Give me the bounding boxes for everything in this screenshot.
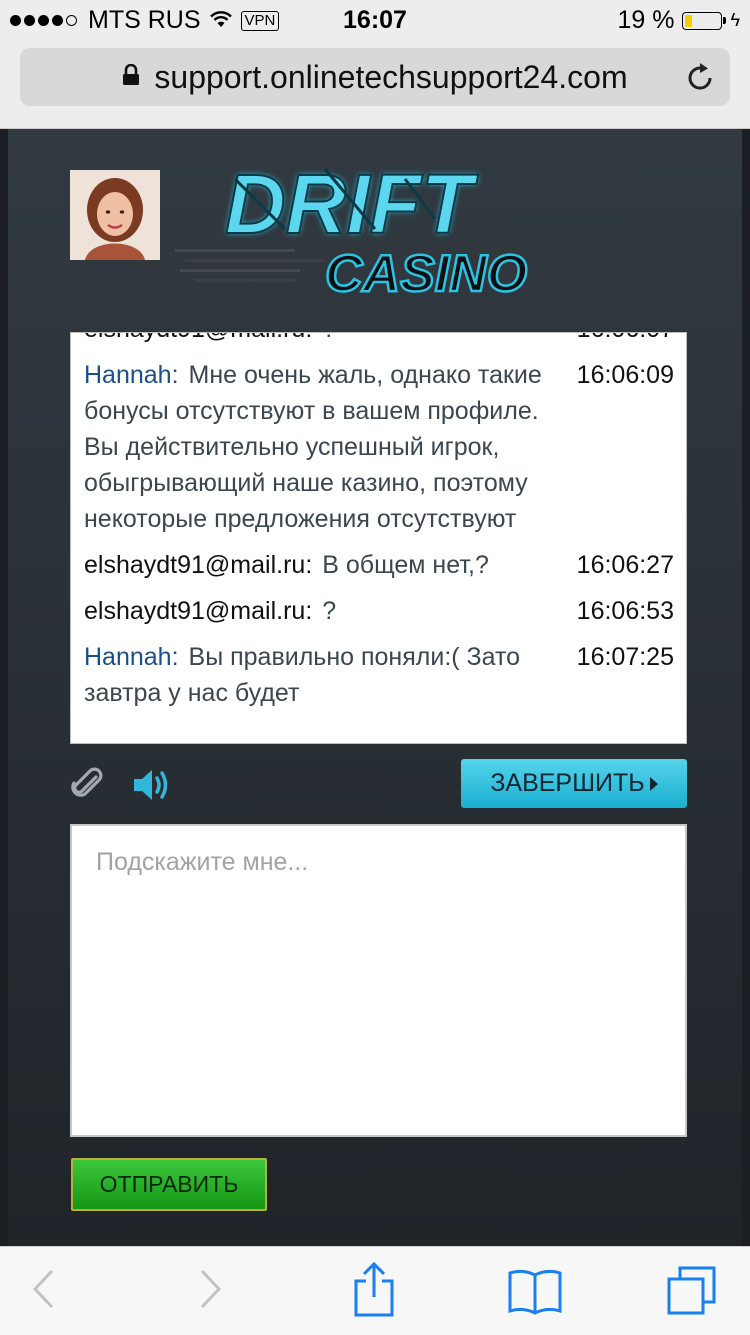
message-body: elshaydt91@mail.ru:?	[84, 593, 554, 629]
message-author: Hannah:	[84, 643, 179, 671]
speaker-icon[interactable]	[132, 767, 172, 808]
chat-page: DRIFT DRIFT CASINO elshaydt91@mail.ru:? 1…	[0, 129, 750, 1246]
message-timestamp: 16:06:09	[576, 361, 674, 389]
battery-percent: 19 %	[617, 6, 675, 34]
message-body: Hannah: Вы правильно поняли:( Зато завтра…	[84, 639, 554, 711]
end-chat-button[interactable]: ЗАВЕРШИТЬ	[461, 759, 687, 808]
message-body: Hannah: Мне очень жаль, однако такие бону…	[84, 357, 554, 537]
chat-message: elshaydt91@mail.ru: В общем нет,? 16:06:27	[84, 547, 674, 583]
safari-toolbar	[0, 1246, 750, 1335]
message-author: elshaydt91@mail.ru:	[84, 551, 313, 579]
chat-toolbar: ЗАВЕРШИТЬ	[70, 759, 687, 809]
message-author: elshaydt91@mail.ru:	[84, 333, 312, 343]
message-timestamp: 16:07:25	[576, 643, 674, 671]
message-timestamp: 16:06:53	[576, 597, 674, 625]
svg-text:CASINO: CASINO	[325, 245, 527, 299]
reload-icon[interactable]	[686, 60, 716, 97]
message-timestamp: 16:06:27	[576, 551, 674, 579]
message-body: elshaydt91@mail.ru: В общем нет,?	[84, 547, 554, 583]
message-input-box	[70, 824, 687, 1137]
address-bar[interactable]: support.onlinetechsupport24.com	[20, 48, 730, 106]
paperclip-icon[interactable]	[70, 767, 106, 808]
message-text: В общем нет,?	[322, 551, 489, 579]
charging-icon: ϟ	[730, 10, 740, 30]
chat-message: elshaydt91@mail.ru:? 16:06:53	[84, 593, 674, 629]
tabs-icon[interactable]	[666, 1265, 718, 1322]
battery-tip	[723, 17, 727, 24]
chat-message: Hannah: Мне очень жаль, однако такие бону…	[84, 357, 674, 537]
message-author: Hannah:	[84, 361, 179, 389]
message-text: ?	[322, 597, 337, 625]
lock-icon	[122, 63, 140, 91]
svg-text:DRIFT: DRIFT	[225, 157, 479, 251]
back-icon[interactable]	[30, 1267, 56, 1316]
agent-avatar	[70, 170, 160, 260]
share-icon[interactable]	[352, 1261, 396, 1324]
chat-message: Hannah: Вы правильно поняли:( Зато завтра…	[84, 639, 674, 711]
message-timestamp: 16:06:07	[577, 333, 674, 347]
chat-transcript[interactable]: elshaydt91@mail.ru:? 16:06:07 Hannah:Мне о…	[70, 332, 687, 744]
message-list: elshaydt91@mail.ru:? 16:06:07 Hannah:Мне о…	[84, 333, 674, 721]
status-bar: MTS RUS VPN 16:07 19 % ϟ	[0, 0, 750, 40]
message-text: ?	[322, 333, 336, 343]
send-button[interactable]: ОТПРАВИТЬ	[71, 1158, 267, 1211]
url-text: support.onlinetechsupport24.com	[154, 58, 628, 95]
frame-edge	[0, 129, 8, 1246]
battery-icon	[682, 11, 723, 30]
message-author: elshaydt91@mail.ru:	[84, 597, 313, 625]
browser-header: support.onlinetechsupport24.com	[0, 40, 750, 129]
status-right: 19 % ϟ	[617, 6, 740, 35]
send-label: ОТПРАВИТЬ	[99, 1171, 239, 1197]
frame-edge	[742, 129, 750, 1246]
chat-message: elshaydt91@mail.ru:? 16:06:07	[84, 333, 674, 347]
end-chat-label: ЗАВЕРШИТЬ	[490, 769, 645, 797]
message-body: elshaydt91@mail.ru:?	[84, 333, 554, 347]
bookmarks-icon[interactable]	[507, 1267, 563, 1320]
message-input[interactable]	[72, 826, 685, 1135]
play-arrow-icon	[649, 776, 658, 791]
drift-casino-logo: DRIFT DRIFT CASINO	[175, 149, 555, 304]
forward-icon[interactable]	[198, 1267, 224, 1316]
